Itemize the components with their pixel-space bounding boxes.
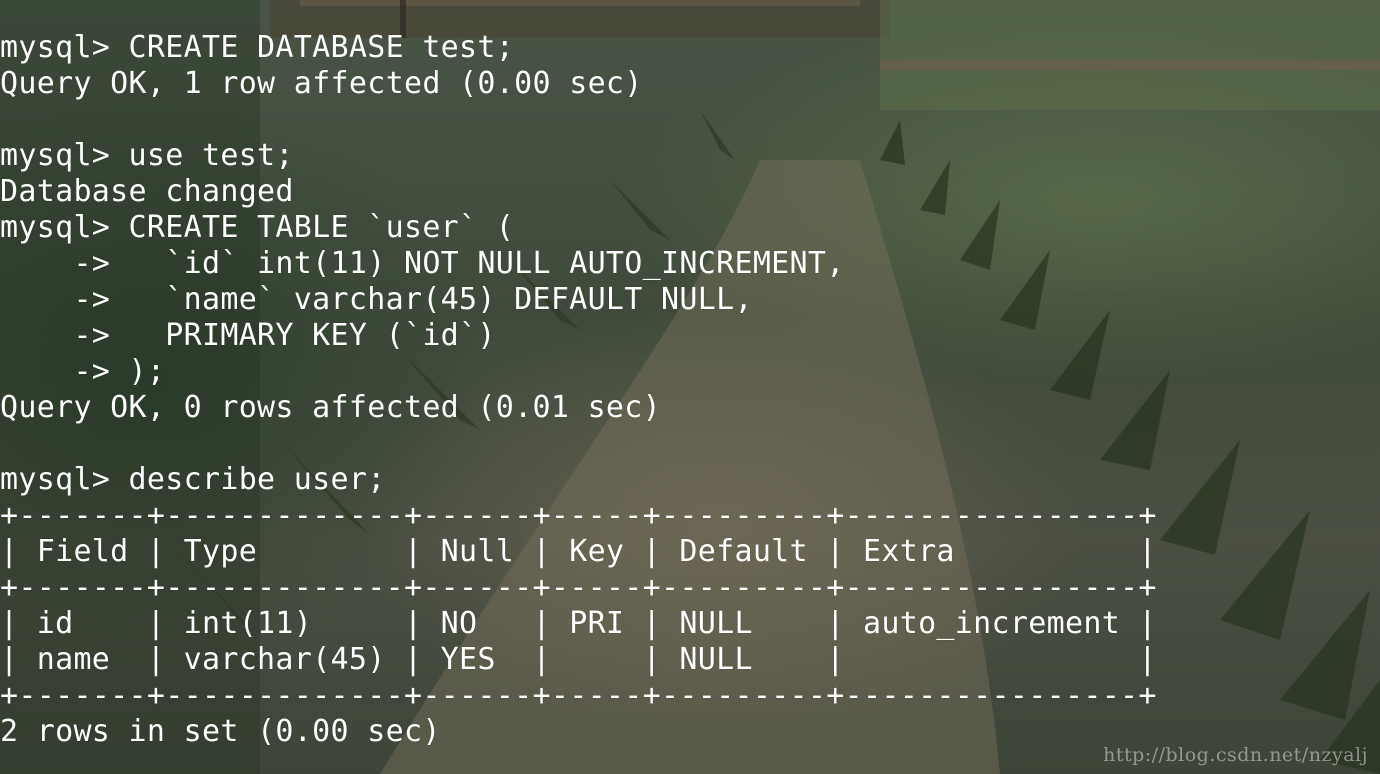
terminal-line: mysql> CREATE DATABASE test; — [0, 30, 515, 65]
terminal-line: mysql> use test; — [0, 138, 294, 173]
terminal-line: | Field | Type | Null | Key | Default | … — [0, 534, 1157, 569]
terminal-line: mysql> describe user; — [0, 462, 386, 497]
terminal-output: mysql> CREATE DATABASE test; Query OK, 1 … — [0, 30, 1380, 750]
terminal-line: Database changed — [0, 174, 294, 209]
terminal-line: | id | int(11) | NO | PRI | NULL | auto_… — [0, 606, 1157, 641]
terminal-line: Query OK, 0 rows affected (0.01 sec) — [0, 390, 662, 425]
watermark-text: http://blog.csdn.net/nzyalj — [1103, 744, 1368, 766]
terminal-line: | name | varchar(45) | YES | | NULL | | — [0, 642, 1157, 677]
terminal-line: -> `name` varchar(45) DEFAULT NULL, — [0, 282, 753, 317]
terminal-line: -> `id` int(11) NOT NULL AUTO_INCREMENT, — [0, 246, 845, 281]
terminal-line: +-------+-------------+------+-----+----… — [0, 570, 1157, 605]
terminal-line: -> PRIMARY KEY (`id`) — [0, 318, 496, 353]
terminal-line: Query OK, 1 row affected (0.00 sec) — [0, 66, 643, 101]
terminal-line: +-------+-------------+------+-----+----… — [0, 498, 1157, 533]
terminal-line: -> ); — [0, 354, 166, 389]
terminal-line: mysql> CREATE TABLE `user` ( — [0, 210, 515, 245]
terminal-line: +-------+-------------+------+-----+----… — [0, 678, 1157, 713]
